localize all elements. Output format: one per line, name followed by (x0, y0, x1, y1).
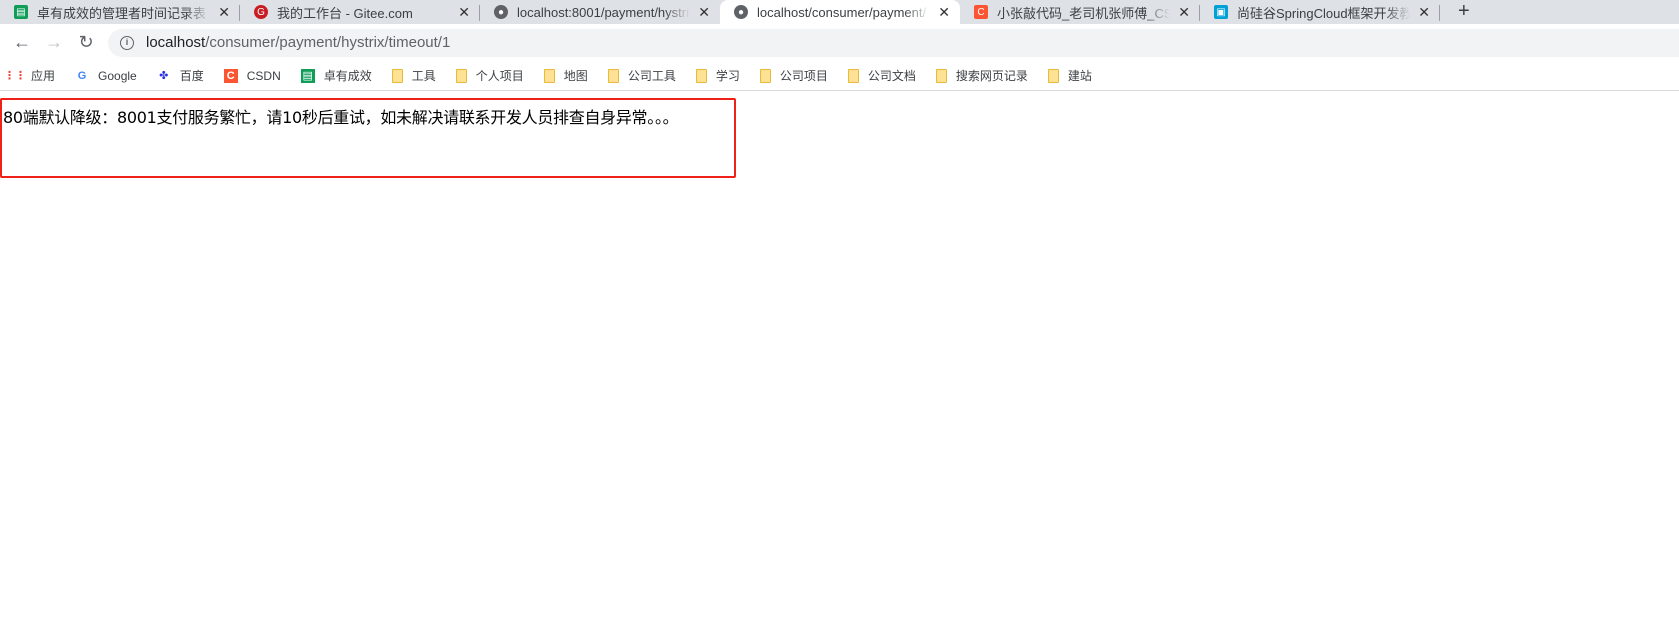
tab-3[interactable]: ● localhost/consumer/payment/ ✕ (720, 0, 960, 24)
bookmark-9[interactable]: 学习 (695, 67, 740, 84)
bookmark-label: 地图 (563, 69, 588, 83)
new-tab-button[interactable]: + (1458, 0, 1470, 24)
folder-icon (455, 68, 467, 83)
bookmarks-bar: ⋮⋮ 应用 G Google ✤ 百度 C CSDN ▤ 卓有成效 工具 个人项目 地图 公司工具 学习 公司… (0, 61, 1679, 91)
browser-toolbar: ← → ↻ i localhost/consumer/payment/hystr… (0, 24, 1679, 61)
tab-title: 尚硅谷SpringCloud框架开发教程 (1237, 5, 1411, 21)
bookmark-label: 应用 (31, 69, 56, 83)
csdn-icon: C (974, 5, 988, 19)
folder-icon (543, 68, 555, 83)
close-icon[interactable]: ✕ (1178, 4, 1190, 21)
bookmark-2[interactable]: ✤ 百度 (157, 67, 204, 84)
tab-title: localhost/consumer/payment/ (757, 4, 927, 20)
baidu-icon: ✤ (159, 70, 169, 82)
tab-title: 我的工作台 - Gitee.com (277, 5, 413, 21)
bookmark-label: 搜索网页记录 (955, 69, 1028, 83)
bookmark-label: 卓有成效 (323, 69, 372, 83)
bookmark-1[interactable]: G Google (75, 69, 137, 83)
tab-title: 小张敲代码_老司机张师傅_CSDN (997, 5, 1171, 21)
folder-icon (695, 68, 707, 83)
tab-1[interactable]: G 我的工作台 - Gitee.com ✕ (240, 0, 480, 24)
bookmark-8[interactable]: 公司工具 (607, 67, 676, 84)
google-icon: G (77, 69, 87, 82)
folder-icon (1047, 68, 1059, 83)
bookmark-3[interactable]: C CSDN (223, 68, 281, 83)
gitee-icon: G (254, 5, 268, 19)
bookmark-label: Google (98, 68, 137, 83)
close-icon[interactable]: ✕ (218, 4, 230, 21)
fallback-message: 80端默认降级：8001支付服务繁忙，请10秒后重试，如未解决请联系开发人员排查… (3, 108, 679, 127)
folder-icon (759, 68, 771, 83)
page-content: 80端默认降级：8001支付服务繁忙，请10秒后重试，如未解决请联系开发人员排查… (0, 92, 1679, 628)
bookmark-12[interactable]: 搜索网页记录 (935, 67, 1028, 84)
bookmark-5[interactable]: 工具 (391, 67, 436, 84)
bookmark-label: 个人项目 (475, 69, 524, 83)
info-icon[interactable]: i (120, 35, 134, 50)
reload-button[interactable]: ↻ (70, 32, 102, 53)
bookmark-label: 公司工具 (627, 69, 676, 83)
bookmark-0[interactable]: ⋮⋮ 应用 (4, 67, 56, 84)
close-icon[interactable]: ✕ (698, 4, 710, 21)
bookmark-label: CSDN (246, 68, 281, 83)
tab-4[interactable]: C 小张敲代码_老司机张师傅_CSDN ✕ (960, 0, 1200, 24)
csdn-icon: C (223, 68, 238, 83)
forward-button[interactable]: → (38, 32, 70, 53)
bookmark-4[interactable]: ▤ 卓有成效 (300, 67, 372, 84)
bookmark-7[interactable]: 地图 (543, 67, 588, 84)
back-button[interactable]: ← (6, 32, 38, 53)
bilibili-icon: ▣ (1214, 5, 1228, 19)
close-icon[interactable]: ✕ (1418, 4, 1430, 21)
bookmark-label: 学习 (715, 69, 740, 83)
tab-title: localhost:8001/payment/hystrix (517, 4, 691, 20)
bookmark-label: 工具 (411, 69, 436, 83)
globe-icon: ● (494, 5, 508, 19)
apps-grid-icon: ⋮⋮ (4, 70, 26, 82)
bookmark-11[interactable]: 公司文档 (847, 67, 916, 84)
bookmark-10[interactable]: 公司项目 (759, 67, 828, 84)
tab-separator (1439, 5, 1440, 21)
close-icon[interactable]: ✕ (458, 4, 470, 21)
folder-icon (607, 68, 619, 83)
tab-strip: ▤ 卓有成效的管理者时间记录表 - 金 ✕ G 我的工作台 - Gitee.com ✕ ● l… (0, 0, 1679, 24)
sheets-icon: ▤ (300, 68, 315, 83)
url-host: localhost (146, 34, 206, 51)
bookmark-label: 公司文档 (867, 69, 916, 83)
folder-icon (391, 68, 403, 83)
url-path: /consumer/payment/hystrix/timeout/1 (205, 34, 451, 51)
tab-0[interactable]: ▤ 卓有成效的管理者时间记录表 - 金 ✕ (0, 0, 240, 24)
bookmark-label: 建站 (1067, 69, 1092, 83)
globe-icon: ● (734, 5, 748, 19)
tab-title: 卓有成效的管理者时间记录表 - 金 (37, 5, 210, 21)
tab-5[interactable]: ▣ 尚硅谷SpringCloud框架开发教程 ✕ (1200, 0, 1440, 24)
folder-icon (935, 68, 947, 83)
close-icon[interactable]: ✕ (938, 4, 950, 21)
folder-icon (847, 68, 859, 83)
bookmark-6[interactable]: 个人项目 (455, 67, 524, 84)
sheets-icon: ▤ (14, 5, 28, 19)
address-bar[interactable]: i localhost/consumer/payment/hystrix/tim… (108, 28, 1679, 57)
bookmark-label: 百度 (179, 69, 204, 83)
bookmark-13[interactable]: 建站 (1047, 67, 1092, 84)
bookmark-label: 公司项目 (779, 69, 828, 83)
tab-2[interactable]: ● localhost:8001/payment/hystrix ✕ (480, 0, 720, 24)
